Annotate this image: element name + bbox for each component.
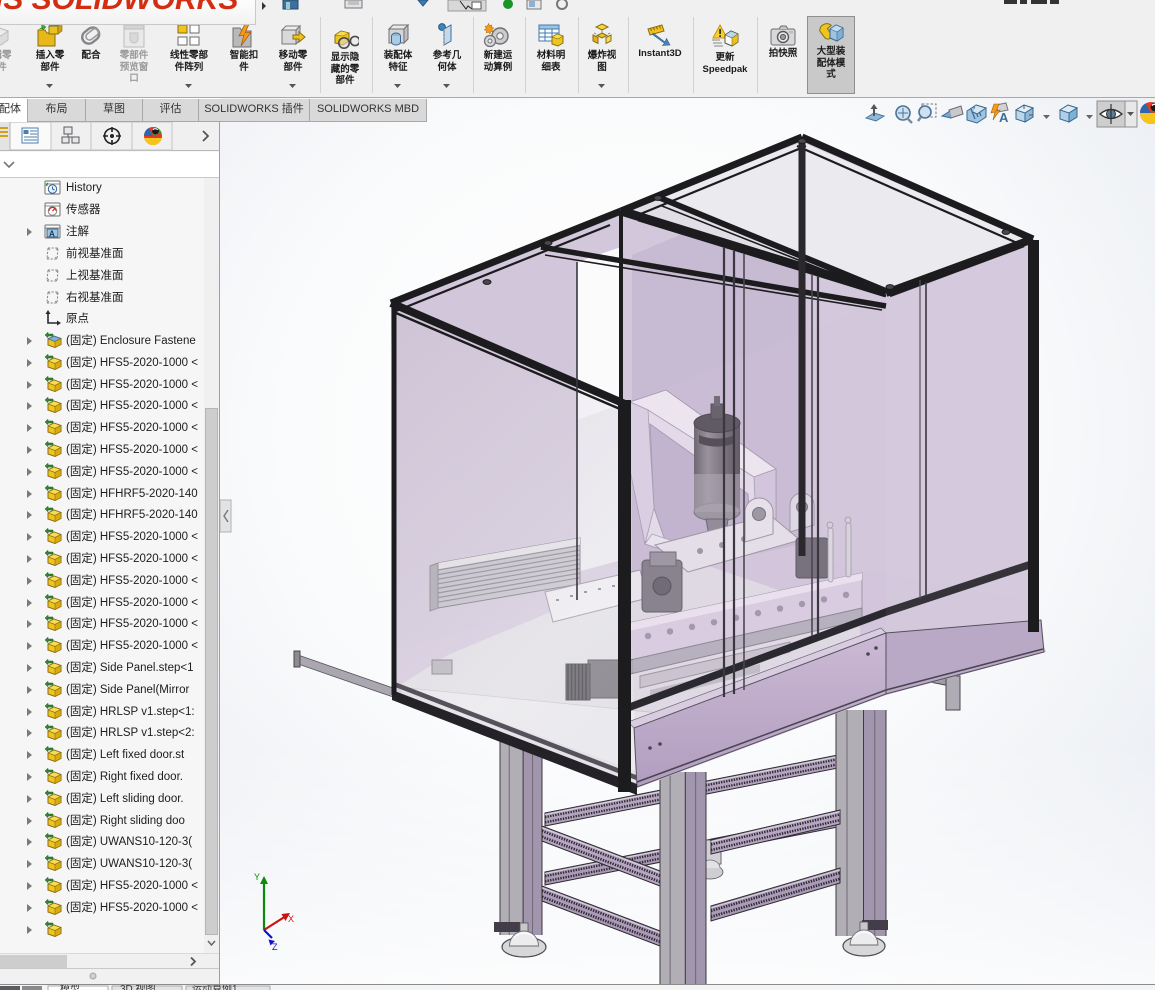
svg-text:Y: Y — [254, 872, 260, 882]
svg-text:X: X — [288, 914, 294, 924]
svg-text:Z: Z — [272, 942, 278, 952]
svg-text:运动算例1: 运动算例1 — [192, 985, 238, 990]
svg-text:3D 视图: 3D 视图 — [120, 985, 156, 990]
svg-text:A: A — [49, 230, 55, 239]
svg-text:模型: 模型 — [60, 985, 80, 990]
